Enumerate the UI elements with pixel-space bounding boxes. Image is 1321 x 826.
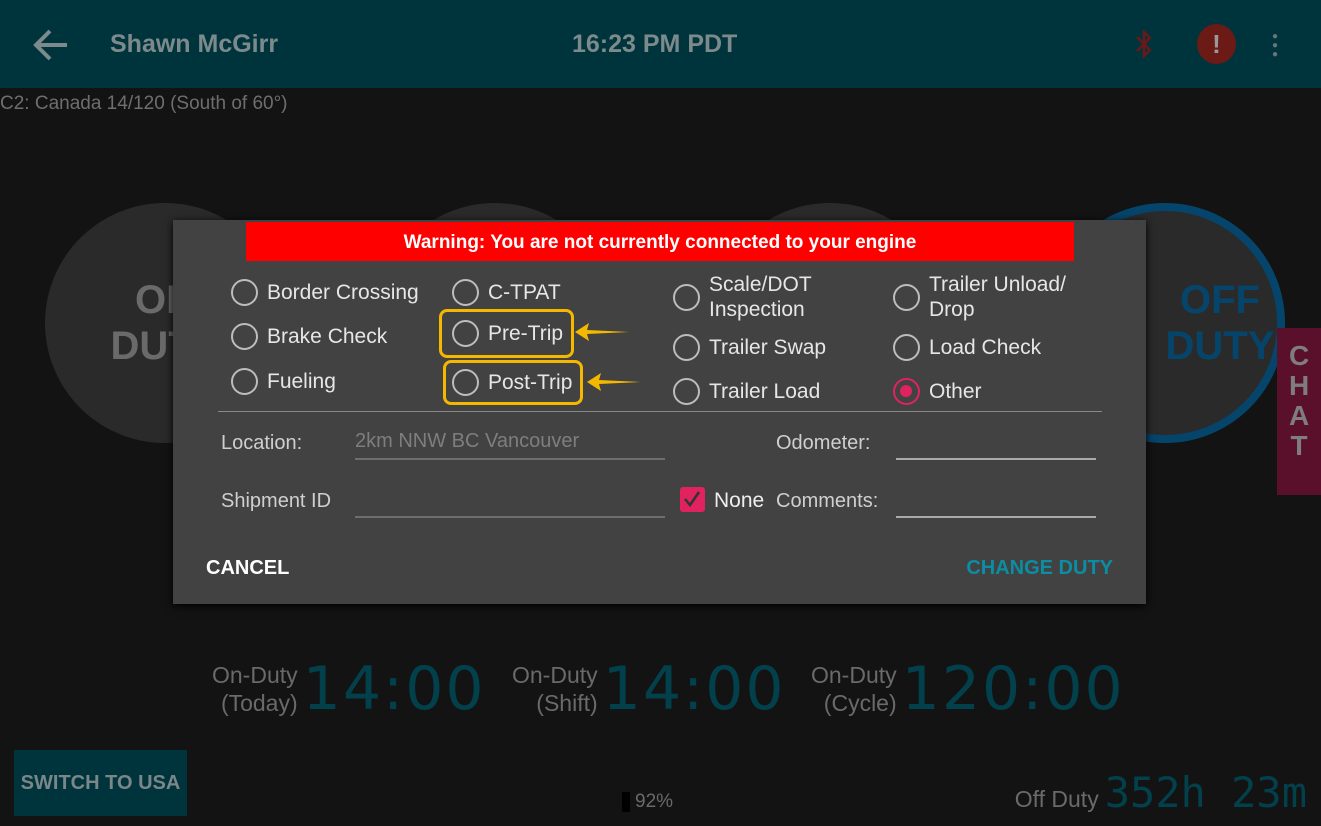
chat-label: CHAT xyxy=(1289,340,1310,461)
option-c-tpat[interactable]: C-TPAT xyxy=(452,279,561,306)
radio-icon xyxy=(673,378,700,405)
radio-icon xyxy=(452,369,479,396)
off-duty-total: Off Duty 352h 23m xyxy=(1015,768,1307,817)
timer-value: 120:00 xyxy=(901,654,1125,724)
current-time: 16:23 PM PDT xyxy=(572,30,738,58)
option-label: Brake Check xyxy=(267,325,388,348)
driver-name: Shawn McGirr xyxy=(110,30,279,58)
radio-icon xyxy=(231,323,258,350)
timer-value: 14:00 xyxy=(602,654,786,724)
timer-label: (Shift) xyxy=(536,690,598,716)
option-label: Other xyxy=(929,380,982,403)
option-label: C-TPAT xyxy=(488,281,561,304)
radio-icon xyxy=(893,283,920,311)
option-label: Fueling xyxy=(267,370,336,393)
timer-label: (Today) xyxy=(220,690,298,716)
timer-today: On-Duty (Today) 14:00 xyxy=(212,654,486,724)
timer-label: On-Duty xyxy=(212,662,298,688)
option-trailer-swap[interactable]: Trailer Swap xyxy=(673,334,826,361)
change-duty-dialog: Warning: You are not currently connected… xyxy=(173,220,1146,604)
location-label: Location: xyxy=(221,432,303,454)
shipment-id-input[interactable] xyxy=(355,486,665,518)
none-label: None xyxy=(714,489,765,512)
battery-status: 92% xyxy=(622,791,673,813)
alert-icon[interactable]: ! xyxy=(1197,24,1236,64)
radio-icon xyxy=(893,334,920,361)
divider xyxy=(218,411,1102,412)
ruleset-label: C2: Canada 14/120 (South of 60°) xyxy=(0,93,288,114)
option-label: Trailer Load xyxy=(709,380,821,403)
option-post-trip[interactable]: Post-Trip xyxy=(443,360,584,405)
engine-warning-banner: Warning: You are not currently connected… xyxy=(246,222,1074,261)
chat-tab[interactable]: CHAT xyxy=(1277,328,1321,495)
option-fueling[interactable]: Fueling xyxy=(231,368,336,395)
odometer-input[interactable] xyxy=(896,428,1096,460)
option-other[interactable]: Other xyxy=(893,378,982,405)
app-header: Shawn McGirr 16:23 PM PDT ! ● ● ● xyxy=(0,0,1321,88)
odometer-label: Odometer: xyxy=(776,432,871,454)
timer-label: (Cycle) xyxy=(823,690,897,716)
option-load-check[interactable]: Load Check xyxy=(893,334,1041,361)
option-brake-check[interactable]: Brake Check xyxy=(231,323,387,350)
location-input[interactable]: 2km NNW BC Vancouver xyxy=(355,430,665,460)
option-scale-dot-inspection[interactable]: Scale/DOT Inspection xyxy=(673,272,863,322)
radio-icon xyxy=(452,279,479,306)
cancel-button[interactable]: CANCEL xyxy=(206,557,289,580)
shipment-id-label: Shipment ID xyxy=(221,490,332,512)
off-duty-value: 352h 23m xyxy=(1104,768,1307,817)
timer-label: On-Duty xyxy=(512,662,598,688)
option-border-crossing[interactable]: Border Crossing xyxy=(231,279,419,306)
arrow-annotation-icon xyxy=(575,323,629,341)
option-pre-trip[interactable]: Pre-Trip xyxy=(439,309,575,358)
arrow-left-icon[interactable] xyxy=(33,28,69,62)
radio-icon xyxy=(231,279,258,306)
option-label: Post-Trip xyxy=(488,371,573,394)
change-duty-button[interactable]: CHANGE DUTY xyxy=(966,557,1113,580)
timer-shift: On-Duty (Shift) 14:00 xyxy=(512,654,786,724)
radio-icon xyxy=(452,320,479,347)
checkmark-icon xyxy=(684,491,701,508)
more-vertical-icon[interactable]: ● ● ● xyxy=(1272,32,1278,60)
arrow-annotation-icon xyxy=(587,373,641,391)
comments-label: Comments: xyxy=(776,490,879,512)
radio-icon xyxy=(673,334,700,361)
option-label: Pre-Trip xyxy=(488,322,564,345)
duty-label: OFF DUTY xyxy=(1165,278,1275,368)
comments-input[interactable] xyxy=(896,486,1096,518)
option-label: Trailer Swap xyxy=(709,336,827,359)
option-trailer-load[interactable]: Trailer Load xyxy=(673,378,820,405)
option-label: Load Check xyxy=(929,336,1042,359)
battery-level: 92% xyxy=(635,791,674,812)
timer-value: 14:00 xyxy=(302,654,486,724)
option-label: Scale/DOT Inspection xyxy=(709,273,812,321)
switch-to-usa-button[interactable]: SWITCH TO USA xyxy=(14,750,187,816)
radio-icon xyxy=(673,283,700,311)
off-duty-label: Off Duty xyxy=(1014,786,1099,812)
timer-cycle: On-Duty (Cycle) 120:00 xyxy=(811,654,1125,724)
bluetooth-disabled-icon[interactable] xyxy=(1134,29,1154,59)
timer-label: On-Duty xyxy=(811,662,897,688)
none-checkbox[interactable] xyxy=(680,487,705,512)
radio-selected-icon xyxy=(893,378,920,405)
radio-icon xyxy=(231,368,258,395)
battery-icon xyxy=(622,792,630,812)
option-trailer-unload-drop[interactable]: Trailer Unload/ Drop xyxy=(893,272,1093,322)
option-label: Trailer Unload/ Drop xyxy=(929,273,1066,321)
option-label: Border Crossing xyxy=(267,281,419,304)
